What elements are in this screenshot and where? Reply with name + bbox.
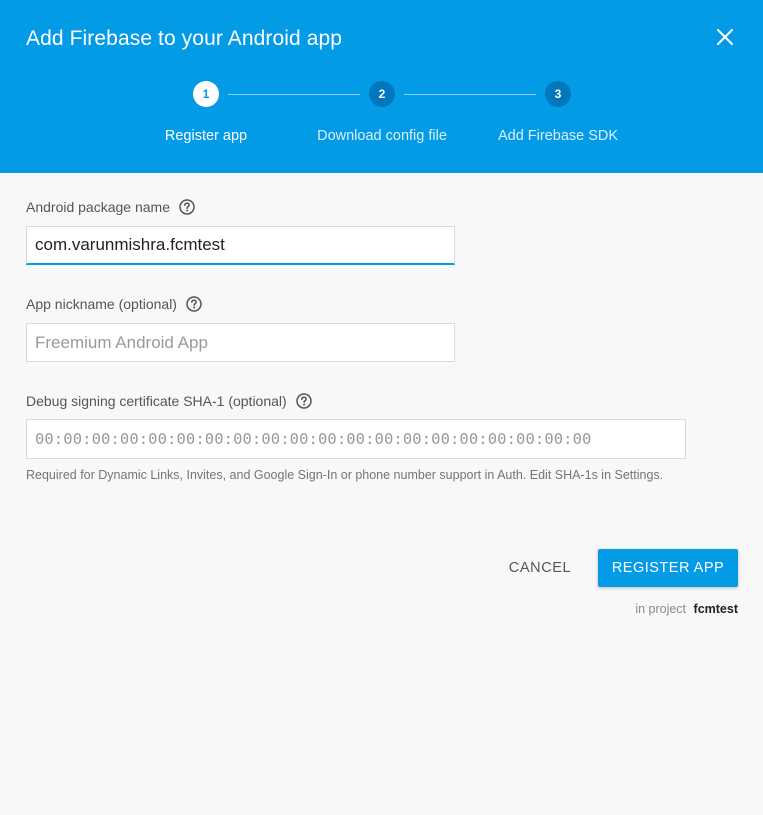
step-3-label: Add Firebase SDK: [497, 128, 619, 144]
nickname-label: App nickname (optional): [26, 295, 203, 313]
add-firebase-dialog: Add Firebase to your Android app 1 2 3 R…: [0, 0, 763, 815]
step-1-indicator: 1: [193, 81, 219, 107]
sha1-label: Debug signing certificate SHA-1 (optiona…: [26, 392, 313, 410]
step-1-label: Register app: [164, 128, 248, 144]
cancel-button[interactable]: CANCEL: [498, 550, 582, 586]
sha1-hint: Required for Dynamic Links, Invites, and…: [26, 468, 664, 482]
step-connector-2: [404, 94, 536, 95]
project-prefix: in project: [635, 602, 687, 616]
dialog-header: Add Firebase to your Android app 1 2 3 R…: [0, 0, 763, 173]
sha1-label-text: Debug signing certificate SHA-1 (optiona…: [26, 393, 287, 409]
help-circle-icon[interactable]: [185, 295, 203, 313]
nickname-label-text: App nickname (optional): [26, 296, 177, 312]
package-name-input[interactable]: [26, 226, 455, 265]
register-app-button[interactable]: REGISTER APP: [598, 549, 738, 587]
step-connector-1: [228, 94, 360, 95]
package-name-label-text: Android package name: [26, 199, 170, 215]
nickname-input[interactable]: [26, 323, 455, 362]
package-name-label: Android package name: [26, 198, 196, 216]
step-3-indicator: 3: [545, 81, 571, 107]
step-2-indicator: 2: [369, 81, 395, 107]
stepper: 1 2 3 Register app Download config file …: [0, 0, 763, 173]
step-2-label: Download config file: [317, 128, 447, 144]
help-circle-icon[interactable]: [178, 198, 196, 216]
project-name: fcmtest: [693, 602, 738, 616]
project-note: in project fcmtest: [635, 601, 738, 617]
sha1-input[interactable]: [26, 419, 686, 459]
help-circle-icon[interactable]: [295, 392, 313, 410]
